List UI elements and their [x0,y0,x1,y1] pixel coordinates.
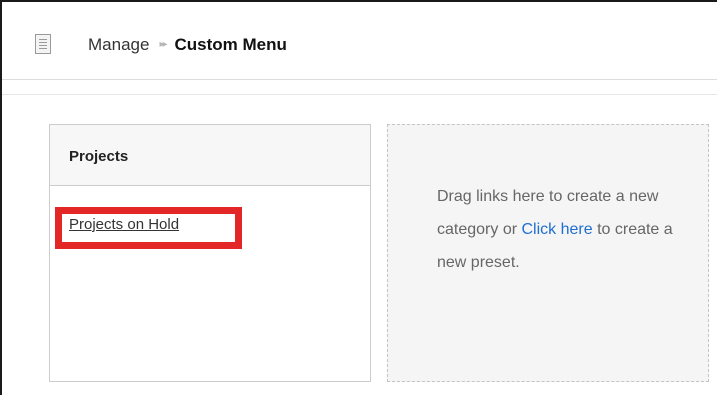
category-link-projects-on-hold[interactable]: Projects on Hold [69,216,179,233]
page-title: Custom Menu [174,35,287,54]
toolbar-strip [2,81,717,95]
drop-zone[interactable]: Drag links here to create a new category… [387,124,709,382]
drop-zone-text: Drag links here to create a new category… [437,180,677,279]
category-title[interactable]: Projects [50,125,370,186]
page-header: Manage ▸▸ Custom Menu [2,2,717,80]
create-preset-link[interactable]: Click here [521,221,592,238]
breadcrumb: Manage ▸▸ Custom Menu [88,35,287,55]
page-icon [35,34,51,54]
breadcrumb-separator-icon: ▸▸ [159,39,167,50]
category-box-projects: Projects Projects on Hold [49,124,371,382]
breadcrumb-manage-link[interactable]: Manage [88,35,149,55]
